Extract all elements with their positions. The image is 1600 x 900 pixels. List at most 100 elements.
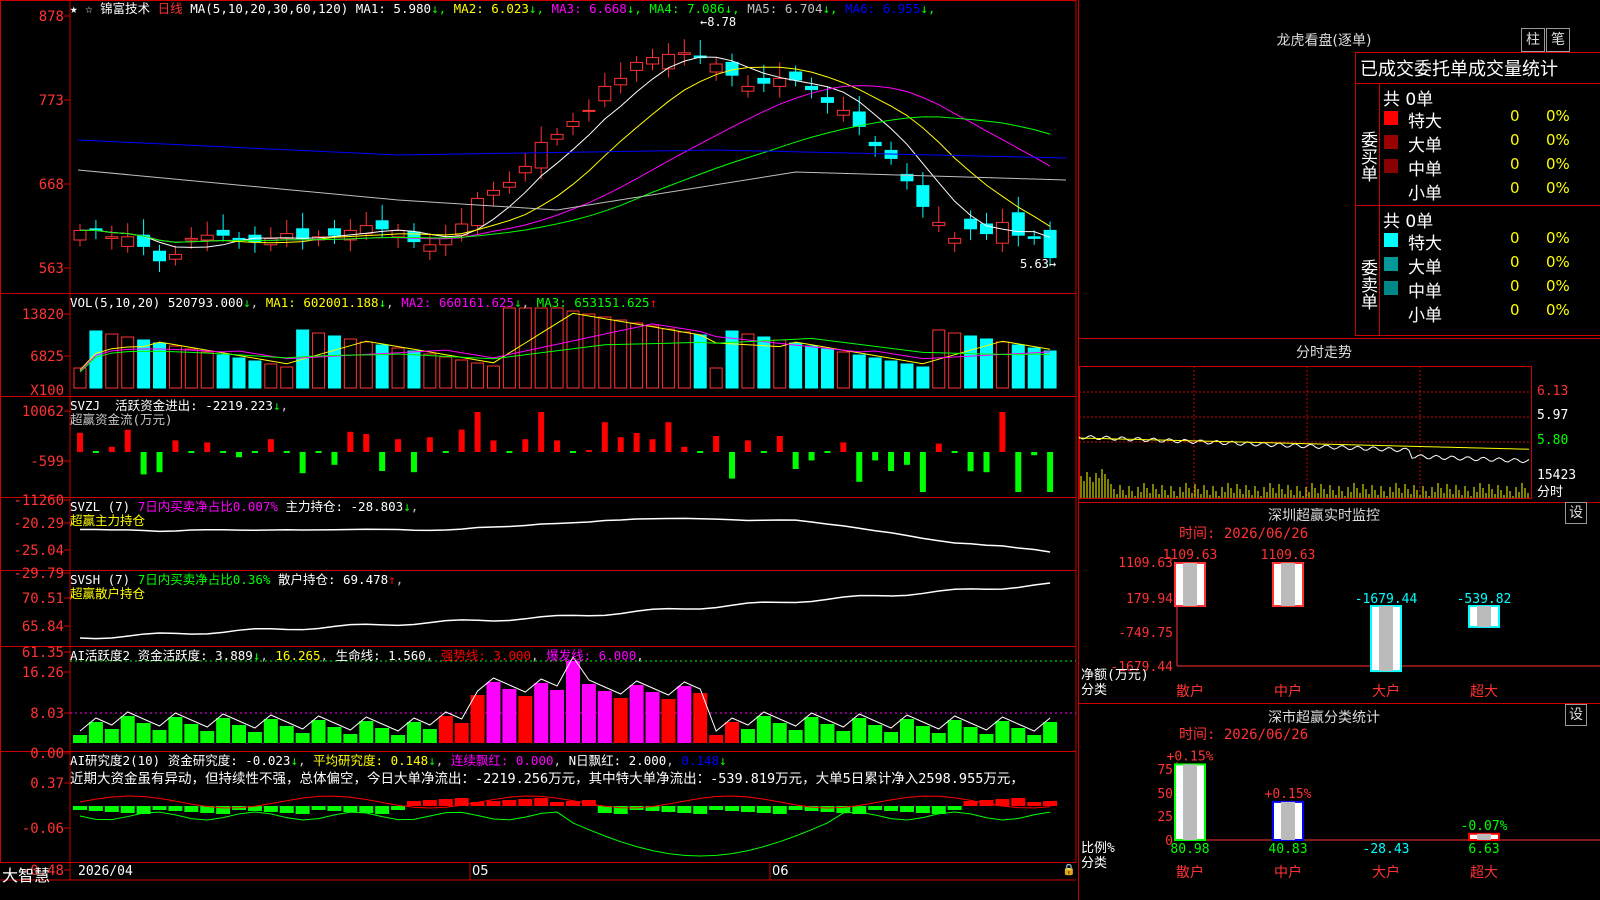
ai-active-v5: 爆发线: 6.000	[546, 648, 637, 663]
sz-monitor-bar-value: -539.82	[1457, 592, 1512, 607]
ai-active-v3: 生命线: 1.560	[335, 648, 426, 663]
arrow-down-icon: ↓	[378, 295, 387, 310]
volume-bar	[153, 342, 167, 389]
order-qty: 0	[1510, 179, 1520, 197]
flow-bar	[776, 436, 783, 452]
price-panel-header: ★ ☆ 锦富技术 日线 MA(5,10,20,30,60,120) MA1: 5…	[70, 0, 935, 18]
flow-bar	[808, 452, 815, 461]
intraday-frame	[1079, 366, 1532, 499]
activity-bar	[200, 731, 215, 743]
activity-bar	[152, 730, 167, 743]
flow-bar	[92, 451, 99, 453]
star-outline-icon[interactable]: ☆	[85, 1, 93, 16]
research-bar	[820, 806, 835, 812]
date-label: 2026/04	[78, 864, 133, 879]
activity-bar	[661, 699, 676, 743]
research-bar	[899, 806, 914, 812]
candle-body	[995, 221, 1009, 244]
sz-class-bar-shade	[1281, 801, 1295, 840]
sz-monitor-xlabel: 分类	[1081, 683, 1107, 698]
order-pct: 0%	[1546, 107, 1570, 125]
flow-bar	[617, 437, 624, 452]
candle-body	[741, 85, 755, 92]
volume-bar	[200, 351, 214, 389]
volume-bar	[757, 336, 771, 389]
axis-label: 16.26	[22, 665, 64, 681]
activity-bar	[295, 733, 310, 743]
research-bar	[73, 806, 87, 810]
vol-panel-header: VOL(5,10,20) 520793.000↓, MA1: 602001.18…	[70, 295, 658, 310]
sz-monitor-bar-shade	[1281, 563, 1295, 606]
flow-bar	[967, 452, 974, 472]
flow-bar	[888, 452, 895, 471]
activity-bar	[247, 732, 262, 743]
flow-bar	[251, 451, 258, 453]
volume-bar	[232, 357, 246, 389]
svzl-ratio: 7日内买卖净占比0.007%	[137, 499, 278, 514]
period-label[interactable]: 日线	[158, 1, 183, 16]
sz-class-category: 中户	[1274, 864, 1302, 881]
intraday-chart[interactable]: 6.13 5.97 5.80 15423 分时	[1079, 362, 1600, 502]
research-bar	[295, 806, 310, 814]
activity-bar	[979, 734, 994, 743]
flow-bar	[156, 452, 163, 473]
activity-bar	[1011, 728, 1026, 743]
order-pct: 0%	[1546, 155, 1570, 173]
research-bar	[788, 806, 803, 810]
arrow-down-icon: ↓,	[822, 1, 838, 16]
flow-bar	[108, 446, 115, 452]
candle-body	[964, 218, 978, 230]
volume-bar	[646, 325, 660, 389]
activity-bar	[406, 722, 421, 743]
vol-ma2: MA2: 660161.625	[401, 295, 515, 310]
candle-body	[1027, 236, 1041, 239]
star-icon[interactable]: ★	[70, 1, 78, 16]
research-bar	[502, 800, 517, 806]
candle-body	[471, 197, 485, 227]
volume-bar	[439, 356, 453, 389]
research-bar	[677, 806, 692, 813]
svsh-ratio: 7日内买卖净占比0.36%	[137, 572, 271, 587]
lock-icon[interactable]: 🔒	[1062, 863, 1076, 876]
research-bar	[486, 801, 501, 806]
bottom-date-bar: 大智慧 2026/04 05 06 🔒	[0, 862, 1078, 885]
sz-monitor-settings-button[interactable]: 设	[1565, 502, 1587, 524]
volume-bar	[773, 339, 787, 389]
activity-bar	[1027, 735, 1042, 743]
flow-bar	[442, 451, 449, 453]
activity-bar	[104, 729, 119, 743]
research-bar	[550, 802, 565, 806]
flow-bar	[713, 436, 720, 452]
intraday-time-label: 分时	[1537, 485, 1563, 500]
arrow-down-icon: ↓	[252, 648, 261, 663]
activity-bar	[804, 717, 819, 743]
order-qty: 0	[1510, 277, 1520, 295]
axis-label: -11260	[13, 493, 64, 509]
activity-bar	[534, 683, 549, 743]
arrow-down-icon: ↓,	[920, 1, 936, 16]
ai-active-v4: 强势线: 3.000	[440, 648, 532, 663]
longhu-subtitle: 已成交委托单成交量统计	[1360, 59, 1558, 80]
sz-class-settings-button[interactable]: 设	[1565, 704, 1587, 726]
ma2-line	[80, 66, 1051, 244]
activity-bar	[931, 733, 946, 743]
flow-bar	[744, 440, 751, 452]
axis-label: 0.00	[30, 746, 64, 762]
research-bar	[152, 806, 167, 810]
activity-bar	[263, 719, 278, 743]
research-bar	[915, 806, 930, 813]
ai-active-v1: 资金活跃度: 3.889	[137, 648, 253, 663]
ma3-line	[80, 85, 1051, 243]
candle-body	[948, 237, 962, 244]
activity-bar	[216, 718, 231, 743]
bar-mode-button[interactable]: 柱	[1521, 28, 1545, 52]
activity-bar	[677, 686, 692, 743]
order-size-label: 大单	[1408, 136, 1442, 156]
intraday-axis-label: 5.80	[1537, 433, 1568, 448]
flow-bar	[140, 452, 147, 475]
tick-mode-button[interactable]: 笔	[1546, 28, 1570, 52]
vol-ma3: MA3: 653151.625	[536, 295, 650, 310]
activity-bar	[550, 690, 565, 743]
axis-label: 773	[39, 93, 64, 109]
activity-bar	[438, 716, 453, 743]
